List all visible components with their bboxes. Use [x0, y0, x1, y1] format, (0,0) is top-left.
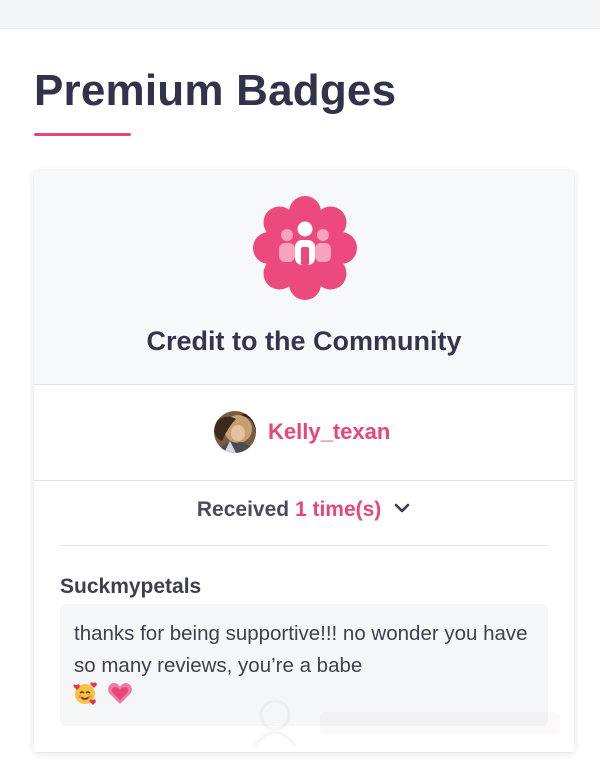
received-label: Received	[196, 498, 290, 521]
badge-card: Credit to the Community Kelly_texan Rece…	[34, 170, 574, 752]
divider	[60, 545, 548, 546]
badge-card-header: Credit to the Community	[34, 170, 574, 385]
community-group-icon	[253, 196, 357, 300]
recipient-username-link[interactable]: Kelly_texan	[268, 419, 390, 445]
recipient-row: Kelly_texan	[34, 385, 574, 481]
emoji-row	[72, 680, 137, 710]
user-avatar[interactable]	[214, 411, 256, 453]
top-nav-bar	[0, 0, 600, 29]
comment-message: thanks for being supportive!!! no wonder…	[74, 622, 528, 677]
received-toggle[interactable]: Received 1 time(s)	[34, 498, 574, 532]
growing-heart-emoji	[108, 683, 132, 704]
comment-author: Suckmypetals	[60, 575, 202, 598]
page-title: Premium Badges	[34, 66, 397, 115]
chevron-down-icon[interactable]	[393, 502, 411, 514]
title-underline	[34, 133, 131, 136]
badge-name: Credit to the Community	[146, 326, 462, 356]
comment-message-box: thanks for being supportive!!! no wonder…	[60, 604, 548, 726]
smiling-face-with-hearts-emoji	[73, 682, 97, 705]
received-count: 1 time(s)	[294, 498, 382, 521]
